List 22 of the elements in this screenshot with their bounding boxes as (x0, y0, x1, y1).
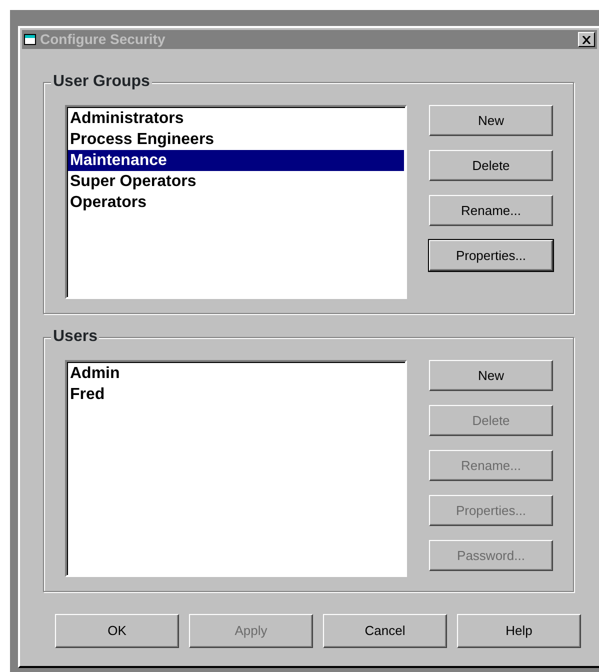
list-item[interactable]: Super Operators (68, 171, 404, 192)
button[interactable]: Rename... (429, 195, 553, 226)
button[interactable]: OK (55, 614, 179, 648)
button[interactable]: Delete (429, 150, 553, 181)
window-title: Configure Security (40, 30, 166, 49)
list-item[interactable]: Operators (68, 192, 404, 213)
list-item[interactable]: Administrators (68, 108, 404, 129)
group-title: User Groups (51, 72, 152, 92)
button[interactable]: Properties... (429, 240, 553, 271)
button[interactable]: New (429, 105, 553, 136)
button[interactable]: Cancel (323, 614, 447, 648)
list-box[interactable]: Admin Fred (65, 360, 407, 577)
close-icon (582, 36, 591, 44)
list-item[interactable]: Fred (68, 384, 404, 405)
button[interactable]: Help (457, 614, 581, 648)
close-button[interactable] (578, 32, 595, 47)
list-item[interactable]: Maintenance (68, 150, 404, 171)
window-icon (24, 34, 36, 45)
list-item[interactable]: Admin (68, 363, 404, 384)
list-box[interactable]: Administrators Process Engineers Maintenance Super Operators Operators (65, 105, 407, 299)
button[interactable]: New (429, 360, 553, 391)
list-item[interactable]: Process Engineers (68, 129, 404, 150)
